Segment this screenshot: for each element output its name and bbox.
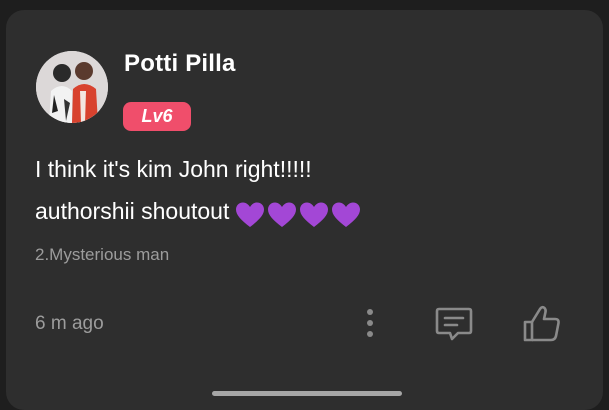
purple-heart-icon	[332, 202, 361, 227]
like-button[interactable]	[521, 303, 563, 345]
comment-reply-icon	[435, 307, 473, 341]
level-badge: Lv6	[123, 102, 191, 131]
comment-line-1: I think it's kim John right!!!!!	[35, 156, 312, 182]
purple-heart-icon	[268, 202, 297, 227]
avatar[interactable]	[36, 51, 108, 123]
reply-button[interactable]	[434, 304, 474, 344]
avatar-photo	[36, 51, 108, 123]
comment-line-2-text: authorshii shoutout	[35, 198, 230, 224]
more-options-button[interactable]	[358, 306, 382, 340]
more-vertical-icon	[367, 309, 373, 337]
chapter-reference[interactable]: 2.Mysterious man	[35, 245, 169, 265]
comment-card: Potti Pilla Lv6 I think it's kim John ri…	[6, 10, 603, 410]
purple-heart-icon	[300, 202, 329, 227]
timestamp: 6 m ago	[35, 313, 104, 334]
comment-text: I think it's kim John right!!!!! authors…	[35, 148, 575, 234]
home-indicator[interactable]	[212, 391, 402, 396]
username[interactable]: Potti Pilla	[124, 50, 236, 78]
comment-line-2: authorshii shoutout	[35, 190, 575, 234]
purple-heart-icon	[236, 202, 265, 227]
purple-heart-emojis	[235, 192, 363, 234]
thumbs-up-icon	[523, 305, 560, 342]
